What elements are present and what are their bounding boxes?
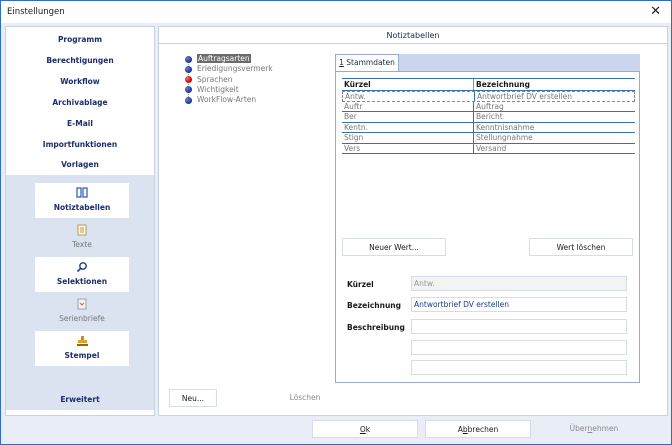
apply-label: ehmen (592, 424, 619, 433)
tile-label: Notiztabellen (53, 203, 111, 212)
tree-item-label: Erledigungsvermerk (197, 64, 273, 74)
grid-cell: Antw. (343, 92, 475, 101)
sidebar-subpanel: Notiztabellen Texte Selektionen Serienbr… (6, 175, 154, 410)
beschreibung-line-1[interactable] (411, 319, 627, 334)
tree-item-erledigungsvermerk[interactable]: Erledigungsvermerk (183, 64, 273, 74)
tile-label: Texte (72, 240, 92, 249)
tile-label: Serienbriefe (59, 314, 105, 323)
grid-cell: Stign (342, 133, 474, 143)
grid-cell: Antwortbrief DV erstellen (477, 92, 572, 101)
tree-item-sprachen[interactable]: Sprachen (183, 75, 273, 85)
tab-label: Stammdaten (343, 58, 395, 67)
blue-bullet-icon (185, 86, 192, 94)
sidebar-item-programm[interactable]: Programm (6, 29, 154, 50)
letter-icon (35, 298, 129, 312)
grid-header: Kürzel Bezeichnung (342, 78, 635, 91)
window-title: Einstellungen (7, 7, 65, 17)
tree-item-auftragsarten[interactable]: Auftragsarten (183, 54, 273, 64)
beschreibung-label: Beschreibung (347, 323, 405, 332)
sidebar-item-email[interactable]: E-Mail (6, 113, 154, 134)
sidebar-item-erweitert[interactable]: Erweitert (6, 389, 154, 410)
tab-stammdaten[interactable]: 1 Stammdaten (335, 54, 399, 71)
new-table-button[interactable]: Neu... (169, 389, 217, 407)
beschreibung-line-2[interactable] (411, 340, 627, 355)
apply-label-pre: Über (569, 424, 588, 433)
tree-item-label: Wichtigkeit (197, 84, 239, 94)
grid-cell: Auftrag (476, 101, 504, 111)
magnifier-icon (35, 261, 129, 275)
title-bar: Einstellungen ✕ (1, 1, 671, 23)
tree-item-label: Auftragsarten (197, 54, 251, 63)
delete-table-button[interactable]: Löschen (275, 389, 335, 407)
sidebar: Programm Berechtigungen Workflow Archiva… (5, 26, 155, 416)
table-row[interactable]: Antw. Antwortbrief DV erstellen (342, 91, 635, 102)
grid-cell: Ber (342, 112, 474, 122)
cancel-button[interactable]: Abbrechen (425, 420, 531, 438)
settings-window: Einstellungen ✕ Programm Berechtigungen … (0, 0, 672, 445)
red-bullet-icon (185, 76, 192, 84)
sidebar-item-vorlagen[interactable]: Vorlagen (6, 154, 154, 175)
new-value-button[interactable]: Neuer Wert... (342, 238, 446, 256)
grid-cell: Bericht (476, 112, 503, 121)
ok-button[interactable]: Ok (312, 420, 418, 438)
tile-texte[interactable]: Texte (35, 220, 129, 255)
tile-selektionen[interactable]: Selektionen (35, 257, 129, 292)
cancel-label: brechen (467, 425, 499, 434)
table-row[interactable]: Vers Versand (342, 143, 635, 154)
grid-cell: Vers (342, 143, 474, 153)
close-icon[interactable]: ✕ (650, 4, 661, 19)
main-panel: Notiztabellen Auftragsarten Erledigungsv… (158, 26, 668, 416)
tile-notiztabellen[interactable]: Notiztabellen (35, 183, 129, 218)
grid-cell: Stellungnahme (476, 133, 533, 142)
table-row[interactable]: Ber Bericht (342, 112, 635, 123)
table-row[interactable]: Stign Stellungnahme (342, 133, 635, 144)
ok-label: k (365, 425, 371, 434)
tab-strip: 1 Stammdaten (335, 54, 640, 71)
column-header-bezeichnung[interactable]: Bezeichnung (474, 79, 635, 90)
blue-bullet-icon (185, 55, 192, 63)
bezeichnung-field[interactable]: Antwortbrief DV erstellen (411, 297, 627, 312)
stamp-icon (35, 335, 129, 349)
sidebar-item-importfunktionen[interactable]: Importfunktionen (6, 134, 154, 155)
tile-label: Selektionen (56, 277, 108, 286)
grid-cell: Auftr (342, 101, 474, 111)
table-row[interactable]: Kentn. Kenntnisnahme (342, 122, 635, 133)
sidebar-item-workflow[interactable]: Workflow (6, 71, 154, 92)
table-columns-icon (35, 187, 129, 201)
delete-value-button[interactable]: Wert löschen (529, 238, 633, 256)
apply-button[interactable]: Übernehmen (541, 420, 647, 438)
grid-cell: Kentn. (342, 122, 474, 132)
blue-bullet-icon (185, 96, 192, 104)
tree-item-wichtigkeit[interactable]: Wichtigkeit (183, 85, 273, 95)
values-grid: Kürzel Bezeichnung Antw. Antwortbrief DV… (342, 78, 635, 154)
tree-item-label: Sprachen (197, 74, 233, 84)
blue-bullet-icon (185, 65, 192, 73)
tile-serienbriefe[interactable]: Serienbriefe (35, 294, 129, 329)
tile-stempel[interactable]: Stempel (35, 331, 129, 366)
tab-content: Kürzel Bezeichnung Antw. Antwortbrief DV… (335, 71, 640, 383)
grid-cell: Kenntnisnahme (476, 122, 535, 132)
tree-item-label: WorkFlow-Arten (197, 95, 257, 105)
bezeichnung-label: Bezeichnung (347, 301, 401, 310)
grid-cell: Versand (476, 143, 507, 153)
table-row[interactable]: Auftr Auftrag (342, 101, 635, 112)
beschreibung-line-3[interactable] (411, 360, 627, 375)
tile-label: Stempel (64, 351, 100, 360)
tree-item-workflow-arten[interactable]: WorkFlow-Arten (183, 95, 273, 105)
kuerzel-field[interactable]: Antw. (411, 276, 627, 291)
document-icon (35, 224, 129, 238)
table-tree: Auftragsarten Erledigungsvermerk Sprache… (183, 54, 273, 105)
panel-title: Notiztabellen (159, 27, 667, 44)
sidebar-item-archivablage[interactable]: Archivablage (6, 92, 154, 113)
sidebar-item-berechtigungen[interactable]: Berechtigungen (6, 50, 154, 71)
kuerzel-label: Kürzel (347, 280, 374, 289)
column-header-kuerzel[interactable]: Kürzel (342, 79, 474, 90)
